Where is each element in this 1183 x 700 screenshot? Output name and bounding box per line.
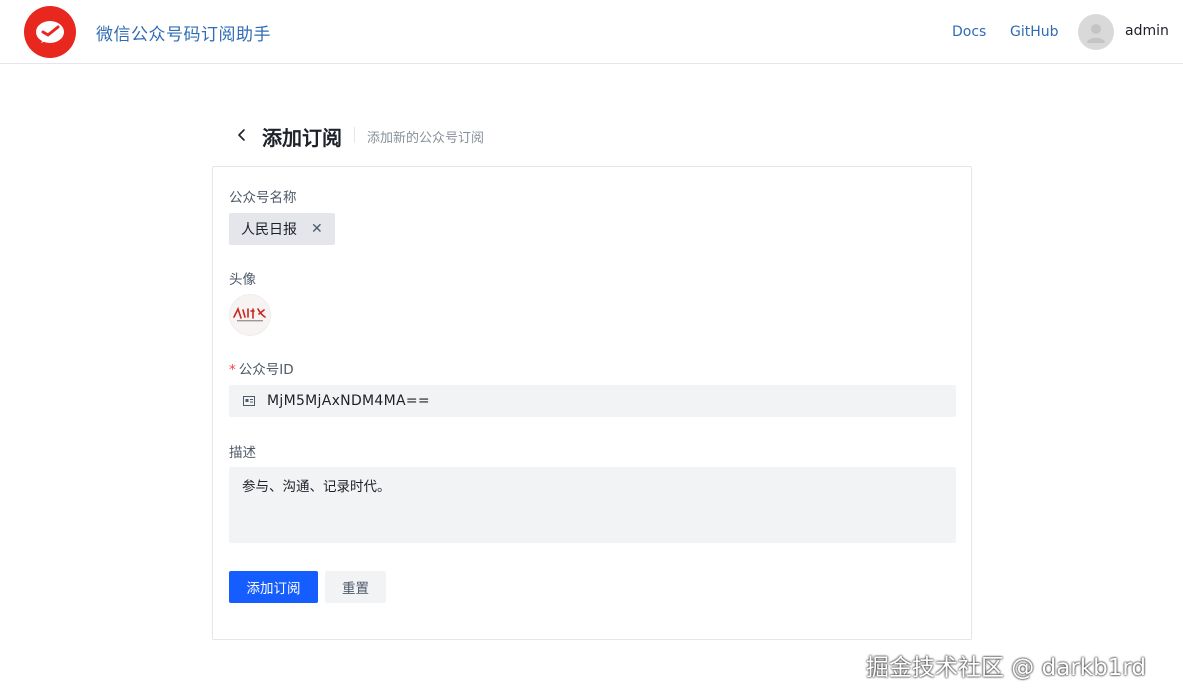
- add-subscription-button[interactable]: 添加订阅: [229, 571, 318, 603]
- nav-docs-link[interactable]: Docs: [952, 24, 986, 40]
- title-divider: [354, 127, 355, 143]
- reset-button[interactable]: 重置: [325, 571, 386, 603]
- watermark-text: 掘金技术社区 @ darkb1rd: [866, 655, 1146, 681]
- logo-icon[interactable]: [24, 6, 76, 58]
- page-subtitle: 添加新的公众号订阅: [367, 131, 485, 146]
- account-id-label: * 公众号ID: [229, 358, 294, 378]
- description-textarea[interactable]: 参与、沟通、记录时代。: [229, 467, 956, 543]
- avatar-label: 头像: [229, 272, 256, 288]
- description-label: 描述: [229, 445, 256, 461]
- top-header: 微信公众号码订阅助手 Docs GitHub admin: [0, 0, 1183, 64]
- subscription-form-card: 公众号名称 人民日报 ✕ 头像 * 公众号ID MjM5MjAxNDM4MA== …: [212, 166, 972, 640]
- id-card-icon: [243, 396, 255, 406]
- required-mark: *: [229, 362, 236, 378]
- account-id-value: MjM5MjAxNDM4MA==: [267, 393, 430, 409]
- account-name-label: 公众号名称: [229, 190, 297, 206]
- page-title: 添加订阅: [262, 126, 342, 150]
- close-icon[interactable]: ✕: [311, 221, 323, 237]
- app-title: 微信公众号码订阅助手: [96, 25, 271, 45]
- account-id-input[interactable]: MjM5MjAxNDM4MA==: [229, 385, 956, 417]
- account-id-label-text: 公众号ID: [238, 362, 294, 378]
- account-avatar-image: [229, 294, 271, 336]
- nav-github-link[interactable]: GitHub: [1010, 24, 1059, 40]
- user-avatar-icon[interactable]: [1078, 14, 1114, 50]
- account-name-tag-text: 人民日报: [241, 222, 297, 238]
- username[interactable]: admin: [1125, 23, 1169, 39]
- chevron-left-icon: [238, 129, 245, 141]
- back-button[interactable]: [232, 124, 252, 146]
- account-name-tag[interactable]: 人民日报 ✕: [229, 213, 335, 245]
